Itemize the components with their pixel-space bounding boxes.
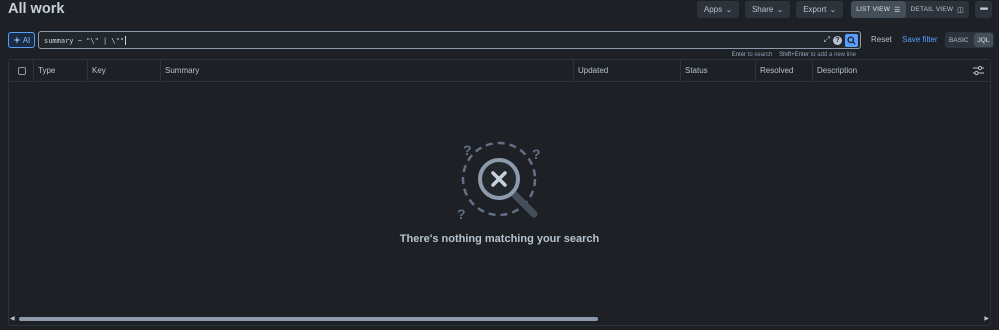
empty-state: ? ? ? There's nothing matching your sear… xyxy=(9,135,990,255)
select-all-cell xyxy=(9,60,34,81)
chevron-down-icon: ⌄ xyxy=(829,6,837,14)
detail-view-button[interactable]: DETAIL VIEW ◫ xyxy=(906,1,969,18)
jql-icons: ⤢ ? xyxy=(824,33,860,47)
scrollbar-thumb[interactable] xyxy=(19,317,598,321)
magnifier-x-icon: ? ? ? xyxy=(457,141,541,222)
apps-label: Apps xyxy=(703,5,723,14)
more-actions-button[interactable]: ••• xyxy=(975,1,992,18)
detail-icon: ◫ xyxy=(957,6,964,14)
share-button[interactable]: Share ⌄ xyxy=(744,1,791,18)
list-view-button[interactable]: LIST VIEW ☰ xyxy=(851,1,906,18)
jql-query-text: summary ~ "\" | \"" xyxy=(39,35,824,45)
export-button[interactable]: Export ⌄ xyxy=(796,1,844,18)
jql-mode-button[interactable]: JQL xyxy=(973,33,994,47)
apps-button[interactable]: Apps ⌄ xyxy=(696,1,739,18)
expand-icon[interactable]: ⤢ xyxy=(824,35,830,45)
page-title: All work xyxy=(8,1,65,17)
top-actions: Apps ⌄ Share ⌄ Export ⌄ LIST VIEW ☰ DETA… xyxy=(691,1,992,18)
ai-label: AI xyxy=(22,35,31,45)
scroll-right-icon[interactable]: ▶ xyxy=(984,315,989,322)
horizontal-scrollbar[interactable]: ◀ ▶ xyxy=(9,315,990,322)
hint-shift-key: Shift+Enter xyxy=(779,52,809,58)
search-mode-toggle: BASIC JQL xyxy=(945,32,995,48)
ai-search-button[interactable]: AI xyxy=(8,32,35,48)
save-filter-button[interactable]: Save filter xyxy=(902,35,938,44)
text-caret xyxy=(125,35,127,45)
list-view-label: LIST VIEW xyxy=(856,6,891,13)
detail-view-label: DETAIL VIEW xyxy=(910,6,954,13)
column-header-key[interactable]: Key xyxy=(88,60,161,81)
table-header: Type Key Summary Updated Status Resolved… xyxy=(9,60,990,82)
column-header-description[interactable]: Description xyxy=(813,60,953,81)
empty-state-message: There's nothing matching your search xyxy=(399,233,600,245)
scroll-left-icon[interactable]: ◀ xyxy=(10,315,15,322)
results-table: Type Key Summary Updated Status Resolved… xyxy=(8,59,991,326)
column-header-summary[interactable]: Summary xyxy=(161,60,574,81)
column-header-type[interactable]: Type xyxy=(34,60,88,81)
hint-shift-text: to add a new line xyxy=(810,52,856,58)
chevron-down-icon: ⌄ xyxy=(725,6,733,14)
reset-button[interactable]: Reset xyxy=(871,35,892,44)
column-settings-icon[interactable] xyxy=(973,66,984,76)
svg-text:?: ? xyxy=(532,146,541,162)
column-header-updated[interactable]: Updated xyxy=(574,60,681,81)
column-header-resolved[interactable]: Resolved xyxy=(756,60,813,81)
search-button[interactable] xyxy=(845,33,858,47)
select-all-checkbox[interactable] xyxy=(18,66,26,75)
jql-input[interactable]: summary ~ "\" | \"" ⤢ ? xyxy=(38,31,861,49)
search-hint: Enter to search Shift+Enter to add a new… xyxy=(732,52,856,58)
chevron-down-icon: ⌄ xyxy=(776,6,784,14)
basic-mode-button[interactable]: BASIC xyxy=(945,32,973,48)
svg-text:?: ? xyxy=(457,206,466,222)
column-header-status[interactable]: Status xyxy=(681,60,756,81)
sparkle-icon xyxy=(12,36,21,44)
help-icon[interactable]: ? xyxy=(833,35,842,45)
share-label: Share xyxy=(751,5,774,14)
view-toggle: LIST VIEW ☰ DETAIL VIEW ◫ xyxy=(851,1,969,18)
jql-query-value: summary ~ "\" | \"" xyxy=(44,36,125,45)
hint-enter-key: Enter xyxy=(731,52,747,58)
export-label: Export xyxy=(803,5,827,14)
hint-enter-text: to search xyxy=(747,52,773,58)
search-icon xyxy=(847,35,856,45)
list-icon: ☰ xyxy=(894,6,901,14)
